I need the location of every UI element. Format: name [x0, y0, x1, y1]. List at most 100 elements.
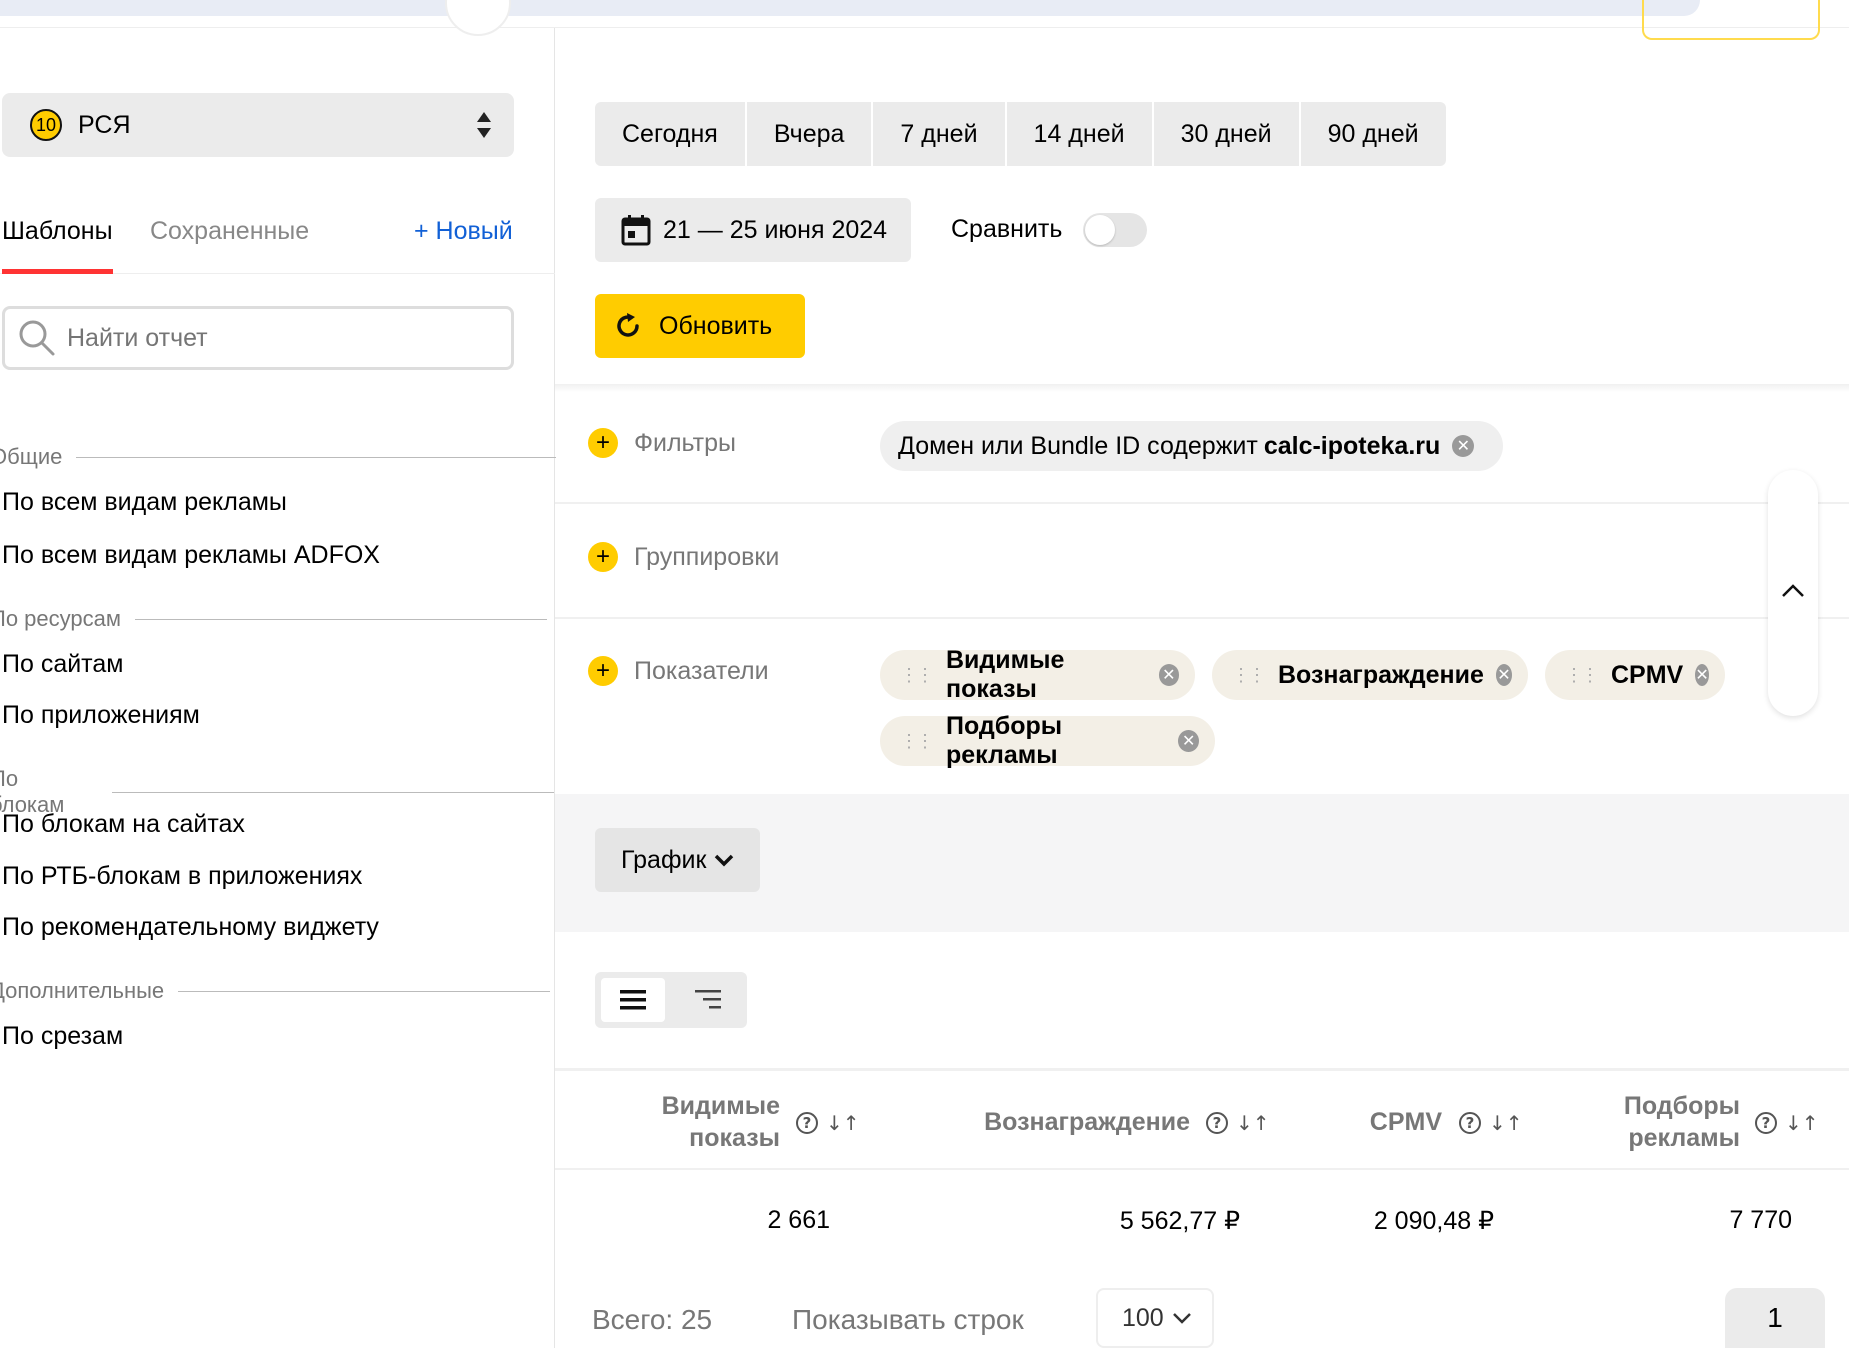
th-ad-selections-icons: ? ↓↑: [1755, 1111, 1819, 1135]
metric-chip-cpmv[interactable]: ⋮⋮ CPMV ✕: [1545, 650, 1725, 700]
drag-handle-icon[interactable]: ⋮⋮: [1565, 665, 1599, 686]
drag-handle-icon[interactable]: ⋮⋮: [900, 731, 934, 752]
section-separator: [555, 384, 1849, 392]
report-search[interactable]: [2, 306, 514, 370]
menu-item-apps[interactable]: По приложениям: [2, 701, 200, 730]
source-select[interactable]: 10 РСЯ: [2, 93, 514, 157]
menu-item-widget[interactable]: По рекомендательному виджету: [2, 913, 379, 942]
search-input[interactable]: [67, 323, 487, 353]
browser-top-strip: [0, 0, 1700, 16]
chevron-down-icon: [1172, 1313, 1191, 1324]
remove-metric-icon[interactable]: ✕: [1495, 664, 1512, 686]
graph-toggle-button[interactable]: График: [595, 828, 760, 892]
menu-item-site-blocks[interactable]: По блокам на сайтах: [2, 810, 245, 839]
filters-divider: [555, 502, 1849, 504]
period-90-days[interactable]: 90 дней: [1301, 102, 1446, 166]
cell-visible-impressions: 2 661: [767, 1206, 830, 1234]
th-cpmv-icons: ? ↓↑: [1459, 1111, 1523, 1135]
date-range-label: 21 — 25 июня 2024: [663, 215, 888, 244]
filter-chip-prefix: Домен или Bundle ID содержит: [898, 431, 1258, 460]
metric-chip-reward[interactable]: ⋮⋮ Вознаграждение ✕: [1212, 650, 1528, 700]
groupings-divider: [555, 617, 1849, 619]
remove-metric-icon[interactable]: ✕: [1178, 730, 1199, 752]
refresh-icon: [617, 313, 639, 337]
table-header-divider: [555, 1168, 1849, 1170]
add-filter-icon[interactable]: +: [588, 428, 618, 458]
help-icon[interactable]: ?: [1459, 1112, 1481, 1134]
cell-reward: 5 562,77 ₽: [1119, 1207, 1240, 1235]
filters-row-label[interactable]: + Фильтры: [588, 428, 736, 458]
cell-ad-selections: 7 770: [1729, 1206, 1792, 1234]
list-icon: [620, 990, 646, 1010]
view-flat-button[interactable]: [601, 978, 665, 1022]
sort-icon[interactable]: ↓↑: [826, 1111, 860, 1135]
page-button[interactable]: 1: [1725, 1288, 1825, 1348]
filter-chip-value: calc-ipoteka.ru: [1263, 431, 1441, 460]
remove-metric-icon[interactable]: ✕: [1158, 664, 1179, 686]
th-reward[interactable]: Вознаграждение: [960, 1106, 1190, 1138]
drag-handle-icon[interactable]: ⋮⋮: [1232, 665, 1266, 686]
report-tabs: Шаблоны Сохраненные + Новый: [0, 206, 555, 274]
th-visible-impressions[interactable]: Видимые показы: [600, 1090, 780, 1154]
section-general: Общие: [0, 444, 557, 470]
new-report-link[interactable]: + Новый: [414, 206, 513, 274]
chevron-up-icon: [1782, 584, 1804, 597]
source-badge: 10: [30, 109, 62, 141]
help-icon[interactable]: ?: [1755, 1112, 1777, 1134]
help-icon[interactable]: ?: [1206, 1112, 1228, 1134]
remove-metric-icon[interactable]: ✕: [1695, 664, 1709, 686]
sort-icon[interactable]: ↓↑: [1785, 1111, 1819, 1135]
total-count: Всего: 25: [592, 1304, 713, 1335]
updown-arrows-icon: [477, 112, 491, 138]
tab-templates[interactable]: Шаблоны: [2, 206, 113, 274]
view-tree-button[interactable]: [677, 978, 741, 1022]
cell-cpmv: 2 090,48 ₽: [1373, 1207, 1494, 1235]
th-ad-selections[interactable]: Подборы рекламы: [1580, 1090, 1740, 1154]
menu-item-rtb-blocks[interactable]: По РТБ-блокам в приложениях: [2, 862, 362, 891]
tree-list-icon: [695, 990, 721, 1009]
period-30-days[interactable]: 30 дней: [1154, 102, 1301, 166]
menu-item-all-ads[interactable]: По всем видам рекламы: [2, 488, 287, 517]
add-grouping-icon[interactable]: +: [588, 542, 618, 572]
sidebar: 10 РСЯ Шаблоны Сохраненные + Новый Общие…: [0, 28, 557, 1348]
period-today[interactable]: Сегодня: [595, 102, 747, 166]
metric-chip-visible-impressions[interactable]: ⋮⋮ Видимые показы ✕: [880, 646, 1195, 703]
sort-icon[interactable]: ↓↑: [1489, 1111, 1523, 1135]
top-action-button[interactable]: [1642, 0, 1820, 40]
collapse-panel-button[interactable]: [1768, 470, 1818, 716]
metrics-row-label[interactable]: + Показатели: [588, 656, 769, 686]
rows-per-page-select[interactable]: 100: [1096, 1288, 1214, 1348]
add-metric-icon[interactable]: +: [588, 656, 618, 686]
compare-label: Сравнить: [951, 215, 1063, 243]
menu-item-sites[interactable]: По сайтам: [2, 650, 123, 679]
graph-label: График: [621, 845, 707, 874]
drag-handle-icon[interactable]: ⋮⋮: [900, 665, 934, 686]
menu-item-all-ads-adfox[interactable]: По всем видам рекламы ADFOX: [2, 541, 380, 570]
compare-toggle[interactable]: [1083, 213, 1147, 247]
filter-chip[interactable]: Домен или Bundle ID содержит calc-ipotek…: [880, 421, 1503, 471]
date-range-button[interactable]: 21 — 25 июня 2024: [595, 198, 911, 262]
help-icon[interactable]: ?: [796, 1112, 818, 1134]
chevron-down-icon: [715, 854, 734, 867]
calendar-icon: [621, 215, 651, 246]
period-yesterday[interactable]: Вчера: [747, 102, 874, 166]
refresh-button[interactable]: Обновить: [595, 294, 805, 358]
menu-item-slices[interactable]: По срезам: [2, 1022, 123, 1051]
groupings-row-label[interactable]: + Группировки: [588, 542, 779, 572]
refresh-label: Обновить: [659, 311, 773, 340]
search-icon: [19, 320, 55, 356]
th-visible-impressions-icons: ? ↓↑: [796, 1111, 860, 1135]
rows-per-page-label: Показывать строк: [792, 1304, 1024, 1335]
period-14-days[interactable]: 14 дней: [1007, 102, 1154, 166]
period-7-days[interactable]: 7 дней: [873, 102, 1007, 166]
sort-icon[interactable]: ↓↑: [1236, 1111, 1270, 1135]
view-switch: [595, 972, 747, 1028]
tab-saved[interactable]: Сохраненные: [150, 206, 309, 274]
remove-filter-icon[interactable]: ✕: [1452, 435, 1475, 457]
th-cpmv[interactable]: CPMV: [1330, 1106, 1442, 1138]
section-additional: Дополнительные: [0, 978, 551, 1004]
metric-chip-ad-selections[interactable]: ⋮⋮ Подборы рекламы ✕: [880, 712, 1215, 769]
table-top-divider: [555, 1068, 1849, 1071]
section-resources: По ресурсам: [0, 606, 547, 632]
th-reward-icons: ? ↓↑: [1206, 1111, 1270, 1135]
